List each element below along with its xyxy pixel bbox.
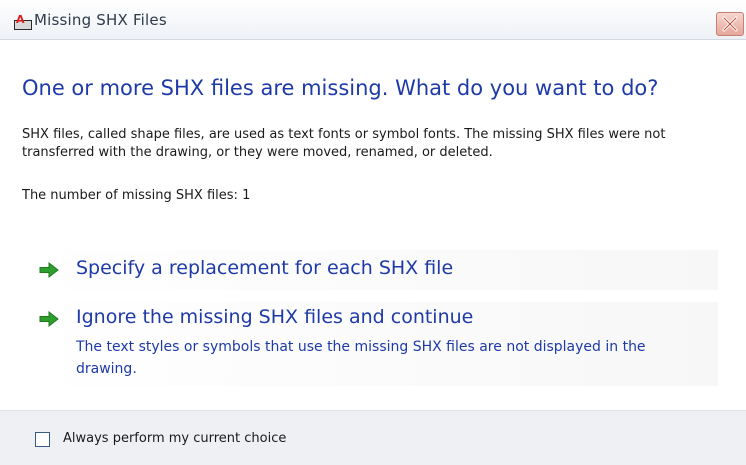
close-icon: [722, 16, 738, 32]
specify-replacement-option[interactable]: Specify a replacement for each SHX file: [28, 250, 718, 290]
missing-count-label: The number of missing SHX files:: [22, 188, 238, 203]
always-perform-checkbox[interactable]: [35, 432, 50, 447]
autocad-app-icon: A: [14, 13, 32, 30]
ignore-continue-option[interactable]: Ignore the missing SHX files and continu…: [28, 302, 718, 386]
specify-replacement-label: Specify a replacement for each SHX file: [76, 257, 454, 279]
always-perform-label[interactable]: Always perform my current choice: [63, 431, 286, 446]
svg-text:A: A: [16, 14, 25, 26]
missing-count: The number of missing SHX files: 1: [22, 188, 250, 203]
close-button[interactable]: [716, 12, 744, 36]
main-instruction: One or more SHX files are missing. What …: [22, 76, 659, 100]
ignore-continue-label: Ignore the missing SHX files and continu…: [76, 306, 474, 328]
missing-shx-dialog: A Missing SHX Files One or more SHX file…: [0, 0, 746, 465]
missing-count-value: 1: [242, 188, 251, 203]
dialog-footer: Always perform my current choice: [0, 410, 746, 465]
ignore-continue-description: The text styles or symbols that use the …: [76, 339, 646, 377]
window-title: Missing SHX Files: [34, 11, 167, 29]
green-arrow-icon: [38, 261, 60, 279]
description-text: SHX files, called shape files, are used …: [22, 127, 666, 160]
title-bar[interactable]: A Missing SHX Files: [0, 0, 746, 40]
green-arrow-icon: [38, 310, 60, 328]
